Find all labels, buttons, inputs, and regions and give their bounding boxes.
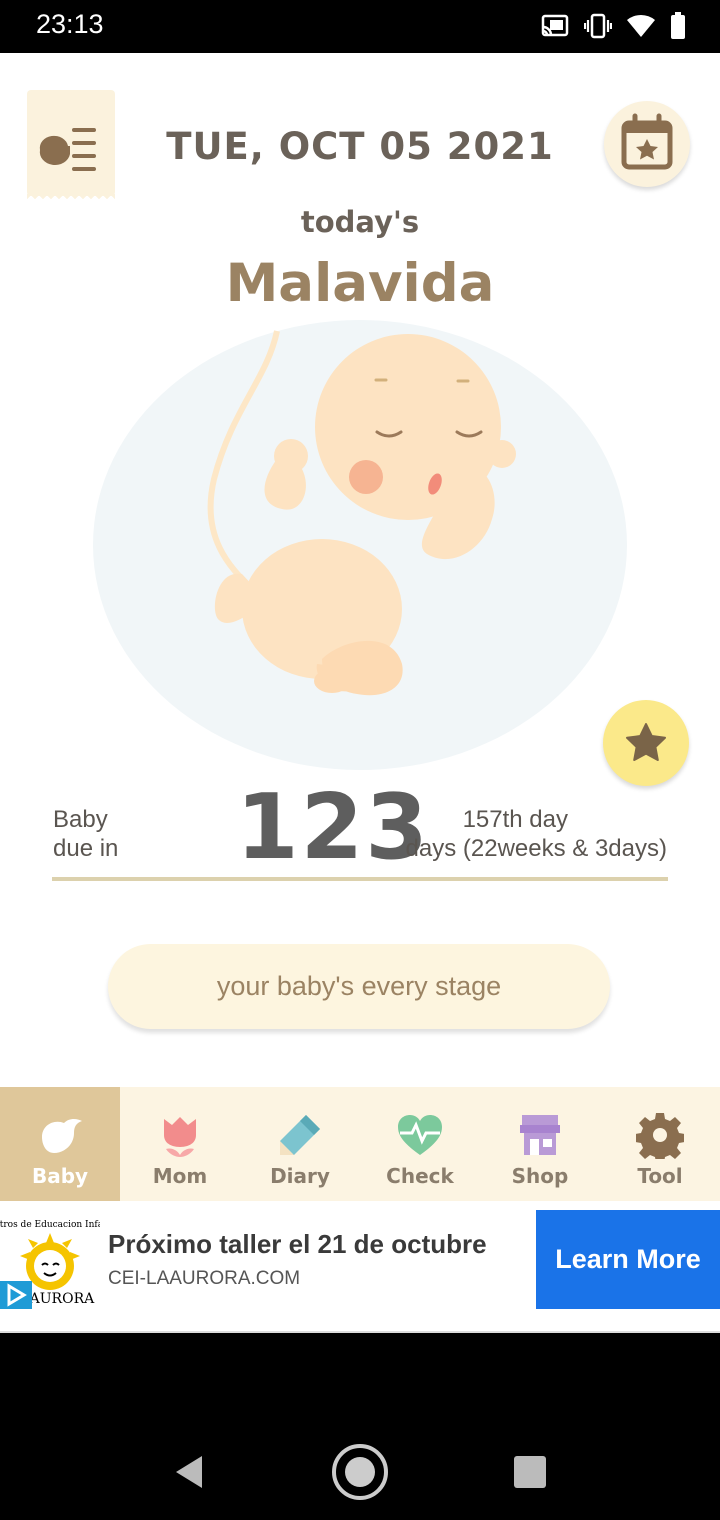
- tab-label: Check: [386, 1164, 454, 1188]
- vibrate-icon: [584, 13, 612, 39]
- bottom-tab-bar: Baby Mom Diary Check Shop Tool: [0, 1087, 720, 1201]
- menu-button[interactable]: [27, 90, 115, 200]
- tulip-icon: [164, 1117, 196, 1157]
- wifi-icon: [627, 14, 655, 37]
- tab-label: Mom: [152, 1164, 208, 1188]
- android-nav-bar: [0, 1333, 720, 1520]
- ad-url[interactable]: CEI-LAAURORA.COM: [108, 1268, 300, 1290]
- tab-label: Diary: [270, 1164, 330, 1188]
- tab-baby[interactable]: Baby: [0, 1087, 120, 1201]
- calendar-star-icon: [621, 113, 673, 170]
- heartbeat-icon: [398, 1115, 442, 1155]
- back-icon[interactable]: [170, 1452, 210, 1492]
- ad-choices-icon[interactable]: [0, 1281, 32, 1309]
- tab-tool[interactable]: Tool: [600, 1087, 720, 1201]
- day-number: 157th day: [462, 806, 568, 833]
- fetus-illustration: [92, 319, 628, 771]
- battery-icon: [671, 12, 685, 39]
- tab-check[interactable]: Check: [360, 1087, 480, 1201]
- date-title: TUE, OCT 05 2021: [166, 125, 554, 168]
- tab-label: Shop: [511, 1164, 569, 1188]
- todays-label: today's: [300, 205, 420, 239]
- favorite-button[interactable]: [603, 700, 689, 786]
- store-icon: [520, 1115, 560, 1155]
- bird-icon: [42, 1119, 82, 1153]
- tab-shop[interactable]: Shop: [480, 1087, 600, 1201]
- gear-icon: [636, 1113, 684, 1159]
- ad-title[interactable]: Próximo taller el 21 de octubre: [108, 1229, 487, 1260]
- status-time: 23:13: [36, 9, 104, 39]
- tab-label: Tool: [637, 1164, 683, 1188]
- tab-mom[interactable]: Mom: [120, 1087, 240, 1201]
- star-icon: [626, 723, 666, 761]
- app-screen: TUE, OCT 05 2021 today's Malavida Baby d…: [0, 53, 720, 1333]
- cast-icon: [541, 14, 569, 37]
- calendar-button[interactable]: [604, 101, 690, 187]
- learn-more-button[interactable]: Learn More: [536, 1210, 720, 1309]
- recents-icon[interactable]: [512, 1454, 548, 1490]
- menu-list-icon: [39, 128, 96, 171]
- tab-label: Baby: [31, 1164, 89, 1188]
- baby-name: Malavida: [225, 253, 495, 314]
- pencil-icon: [280, 1115, 320, 1155]
- due-label: Baby due in: [53, 806, 119, 862]
- svg-text:Centros de Educacion Infantil: Centros de Educacion Infantil: [0, 1220, 100, 1230]
- tab-diary[interactable]: Diary: [240, 1087, 360, 1201]
- baby-stage-button[interactable]: your baby's every stage: [108, 944, 610, 1029]
- status-bar: 23:13: [0, 0, 720, 53]
- pregnancy-progress-info: 157th day days (22weeks & 3days): [380, 805, 667, 863]
- status-icons: [540, 12, 686, 40]
- days-detail: days (22weeks & 3days): [405, 835, 667, 862]
- progress-line: [52, 877, 668, 881]
- ad-banner[interactable]: Centros de Educacion Infantil LA AURORA …: [0, 1205, 720, 1333]
- fetus-image: [93, 320, 627, 770]
- home-icon[interactable]: [330, 1442, 390, 1502]
